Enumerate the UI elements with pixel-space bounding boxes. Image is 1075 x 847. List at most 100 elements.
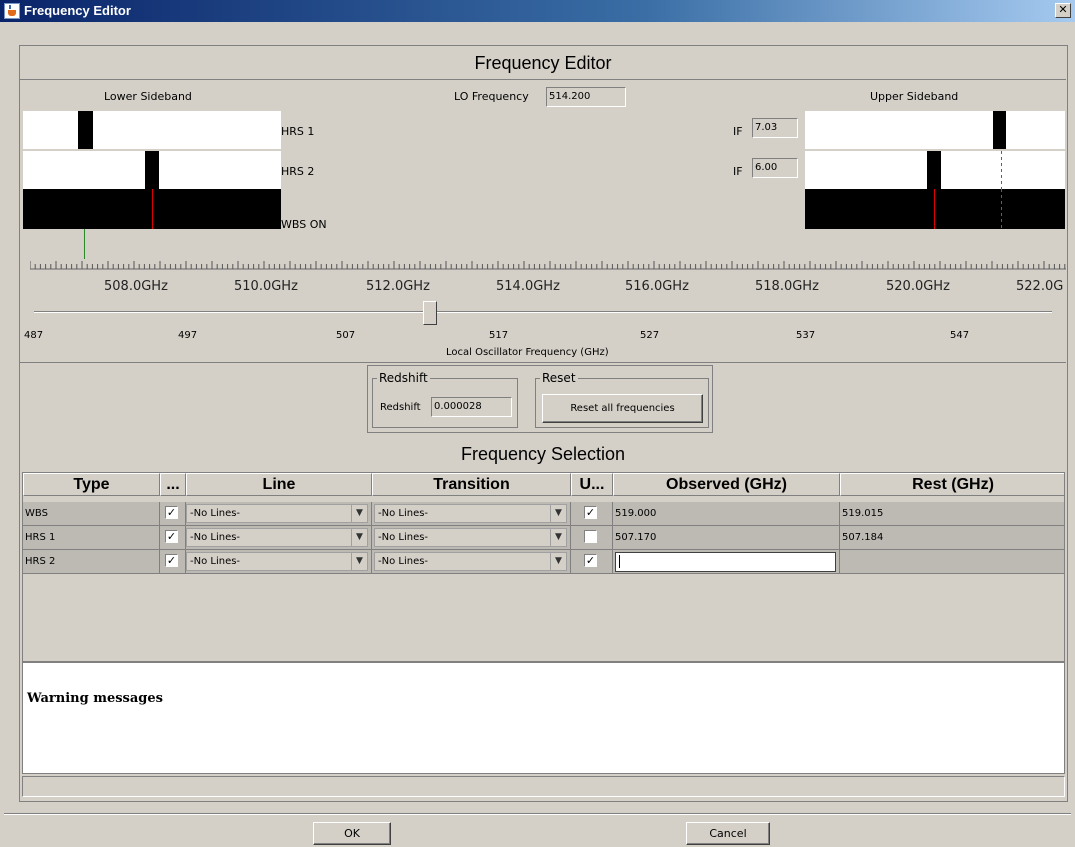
- lower-wbs-red-line: [152, 189, 153, 229]
- chevron-down-icon[interactable]: ▼: [550, 529, 566, 546]
- lo-frequency-label: LO Frequency: [454, 90, 529, 103]
- upper-hrs2-marker: [927, 151, 941, 189]
- table-row[interactable]: WBS ✓ -No Lines- ▼ -No Lines- ▼ ✓ 519.00…: [23, 502, 1064, 526]
- chevron-down-icon[interactable]: ▼: [351, 529, 367, 546]
- rest-cell[interactable]: 507.184: [840, 526, 1064, 549]
- col-header-use[interactable]: U...: [571, 473, 613, 496]
- use-cell: ✓: [571, 502, 613, 525]
- redshift-group-title: Redshift: [377, 371, 430, 385]
- ruler-tick-label: 510.0GHz: [234, 279, 298, 294]
- chevron-down-icon[interactable]: ▼: [351, 505, 367, 522]
- table-row[interactable]: HRS 1 ✓ -No Lines- ▼ -No Lines- ▼ 507.17…: [23, 526, 1064, 550]
- slider-label: 507: [336, 330, 356, 341]
- upper-sideband-label: Upper Sideband: [870, 90, 959, 103]
- transition-cell: -No Lines- ▼: [372, 526, 571, 549]
- enabled-checkbox[interactable]: ✓: [165, 530, 178, 543]
- use-cell: ✓: [571, 550, 613, 573]
- transition-dropdown-value: -No Lines-: [378, 508, 429, 519]
- col-header-enabled[interactable]: ...: [160, 473, 186, 496]
- use-checkbox[interactable]: ✓: [584, 506, 597, 519]
- ruler-tick-label: 514.0GHz: [496, 279, 560, 294]
- status-bar: [22, 776, 1065, 797]
- wbs-band-label: WBS ON: [281, 218, 327, 231]
- text-cursor: [619, 555, 620, 568]
- observed-cell: [613, 550, 840, 573]
- ruler-tick-label: 522.0G: [1016, 279, 1064, 294]
- redshift-field[interactable]: 0.000028: [431, 397, 512, 417]
- chevron-down-icon[interactable]: ▼: [550, 553, 566, 570]
- transition-dropdown[interactable]: -No Lines- ▼: [374, 504, 567, 523]
- frequency-selection-heading: Frequency Selection: [460, 444, 626, 464]
- ruler-tick-label: 518.0GHz: [755, 279, 819, 294]
- hrs1-band-label: HRS 1: [281, 125, 315, 138]
- use-checkbox[interactable]: [584, 530, 597, 543]
- window-title-bar: Frequency Editor ✕: [0, 0, 1075, 22]
- lower-hrs2-marker: [145, 151, 159, 189]
- rest-cell[interactable]: [840, 550, 1064, 573]
- upper-hrs1-band: [805, 111, 1065, 149]
- if-hrs2-field[interactable]: 6.00: [752, 158, 798, 178]
- col-header-rest[interactable]: Rest (GHz): [840, 473, 1064, 496]
- line-dropdown[interactable]: -No Lines- ▼: [186, 552, 368, 571]
- reset-all-frequencies-button[interactable]: Reset all frequencies: [542, 394, 703, 423]
- col-header-transition[interactable]: Transition: [372, 473, 571, 496]
- enabled-cell: ✓: [160, 550, 186, 573]
- transition-cell: -No Lines- ▼: [372, 502, 571, 525]
- line-dropdown-value: -No Lines-: [190, 508, 241, 519]
- line-cell: -No Lines- ▼: [186, 550, 372, 573]
- type-cell: HRS 2: [23, 550, 160, 573]
- transition-dropdown-value: -No Lines-: [378, 532, 429, 543]
- chevron-down-icon[interactable]: ▼: [351, 553, 367, 570]
- warning-messages-title: Warning messages: [27, 691, 163, 706]
- frequency-editor-heading: Frequency Editor: [474, 53, 612, 73]
- col-header-type[interactable]: Type: [23, 473, 160, 496]
- transition-cell: -No Lines- ▼: [372, 550, 571, 573]
- ruler-tick-label: 516.0GHz: [625, 279, 689, 294]
- enabled-checkbox[interactable]: ✓: [165, 506, 178, 519]
- transition-dropdown[interactable]: -No Lines- ▼: [374, 552, 567, 571]
- enabled-cell: ✓: [160, 502, 186, 525]
- rest-cell[interactable]: 519.015: [840, 502, 1064, 525]
- slider-label: 517: [489, 330, 509, 341]
- cancel-button[interactable]: Cancel: [686, 822, 770, 845]
- line-dropdown-value: -No Lines-: [190, 532, 241, 543]
- observed-edit-field[interactable]: [615, 552, 836, 572]
- line-cell: -No Lines- ▼: [186, 526, 372, 549]
- line-dropdown[interactable]: -No Lines- ▼: [186, 528, 368, 547]
- slider-label: 487: [24, 330, 44, 341]
- upper-wbs-red-line: [934, 189, 935, 229]
- slider-label: 537: [796, 330, 816, 341]
- if-hrs1-field[interactable]: 7.03: [752, 118, 798, 138]
- slider-label: 547: [950, 330, 970, 341]
- ruler-tick-label: 520.0GHz: [886, 279, 950, 294]
- transition-dropdown[interactable]: -No Lines- ▼: [374, 528, 567, 547]
- hrs2-band-label: HRS 2: [281, 165, 315, 178]
- lower-sideband-label: Lower Sideband: [104, 90, 192, 103]
- lower-hrs1-band: [23, 111, 281, 149]
- use-checkbox[interactable]: ✓: [584, 554, 597, 567]
- upper-wbs-band: [805, 189, 1065, 229]
- observed-cell[interactable]: 519.000: [613, 502, 840, 525]
- enabled-checkbox[interactable]: ✓: [165, 554, 178, 567]
- lo-slider-thumb[interactable]: [422, 301, 437, 325]
- ok-button[interactable]: OK: [313, 822, 391, 845]
- window-title: Frequency Editor: [24, 3, 131, 18]
- button-separator: [4, 813, 1071, 815]
- frequency-table: Type ... Line Transition U... Observed (…: [22, 472, 1065, 662]
- col-header-observed[interactable]: Observed (GHz): [613, 473, 840, 496]
- slider-caption: Local Oscillator Frequency (GHz): [446, 347, 609, 358]
- slider-label: 497: [178, 330, 198, 341]
- reset-group-title: Reset: [540, 371, 578, 385]
- lower-hrs1-marker: [78, 111, 93, 149]
- lo-frequency-field[interactable]: 514.200: [546, 87, 626, 107]
- observed-cell[interactable]: 507.170: [613, 526, 840, 549]
- col-header-line[interactable]: Line: [186, 473, 372, 496]
- ruler-tick-label: 512.0GHz: [366, 279, 430, 294]
- chevron-down-icon[interactable]: ▼: [550, 505, 566, 522]
- line-dropdown[interactable]: -No Lines- ▼: [186, 504, 368, 523]
- line-cell: -No Lines- ▼: [186, 502, 372, 525]
- lo-slider-track[interactable]: [34, 311, 1052, 313]
- close-icon[interactable]: ✕: [1055, 3, 1071, 18]
- redshift-label: Redshift: [380, 402, 421, 413]
- table-row[interactable]: HRS 2 ✓ -No Lines- ▼ -No Lines- ▼ ✓: [23, 550, 1064, 574]
